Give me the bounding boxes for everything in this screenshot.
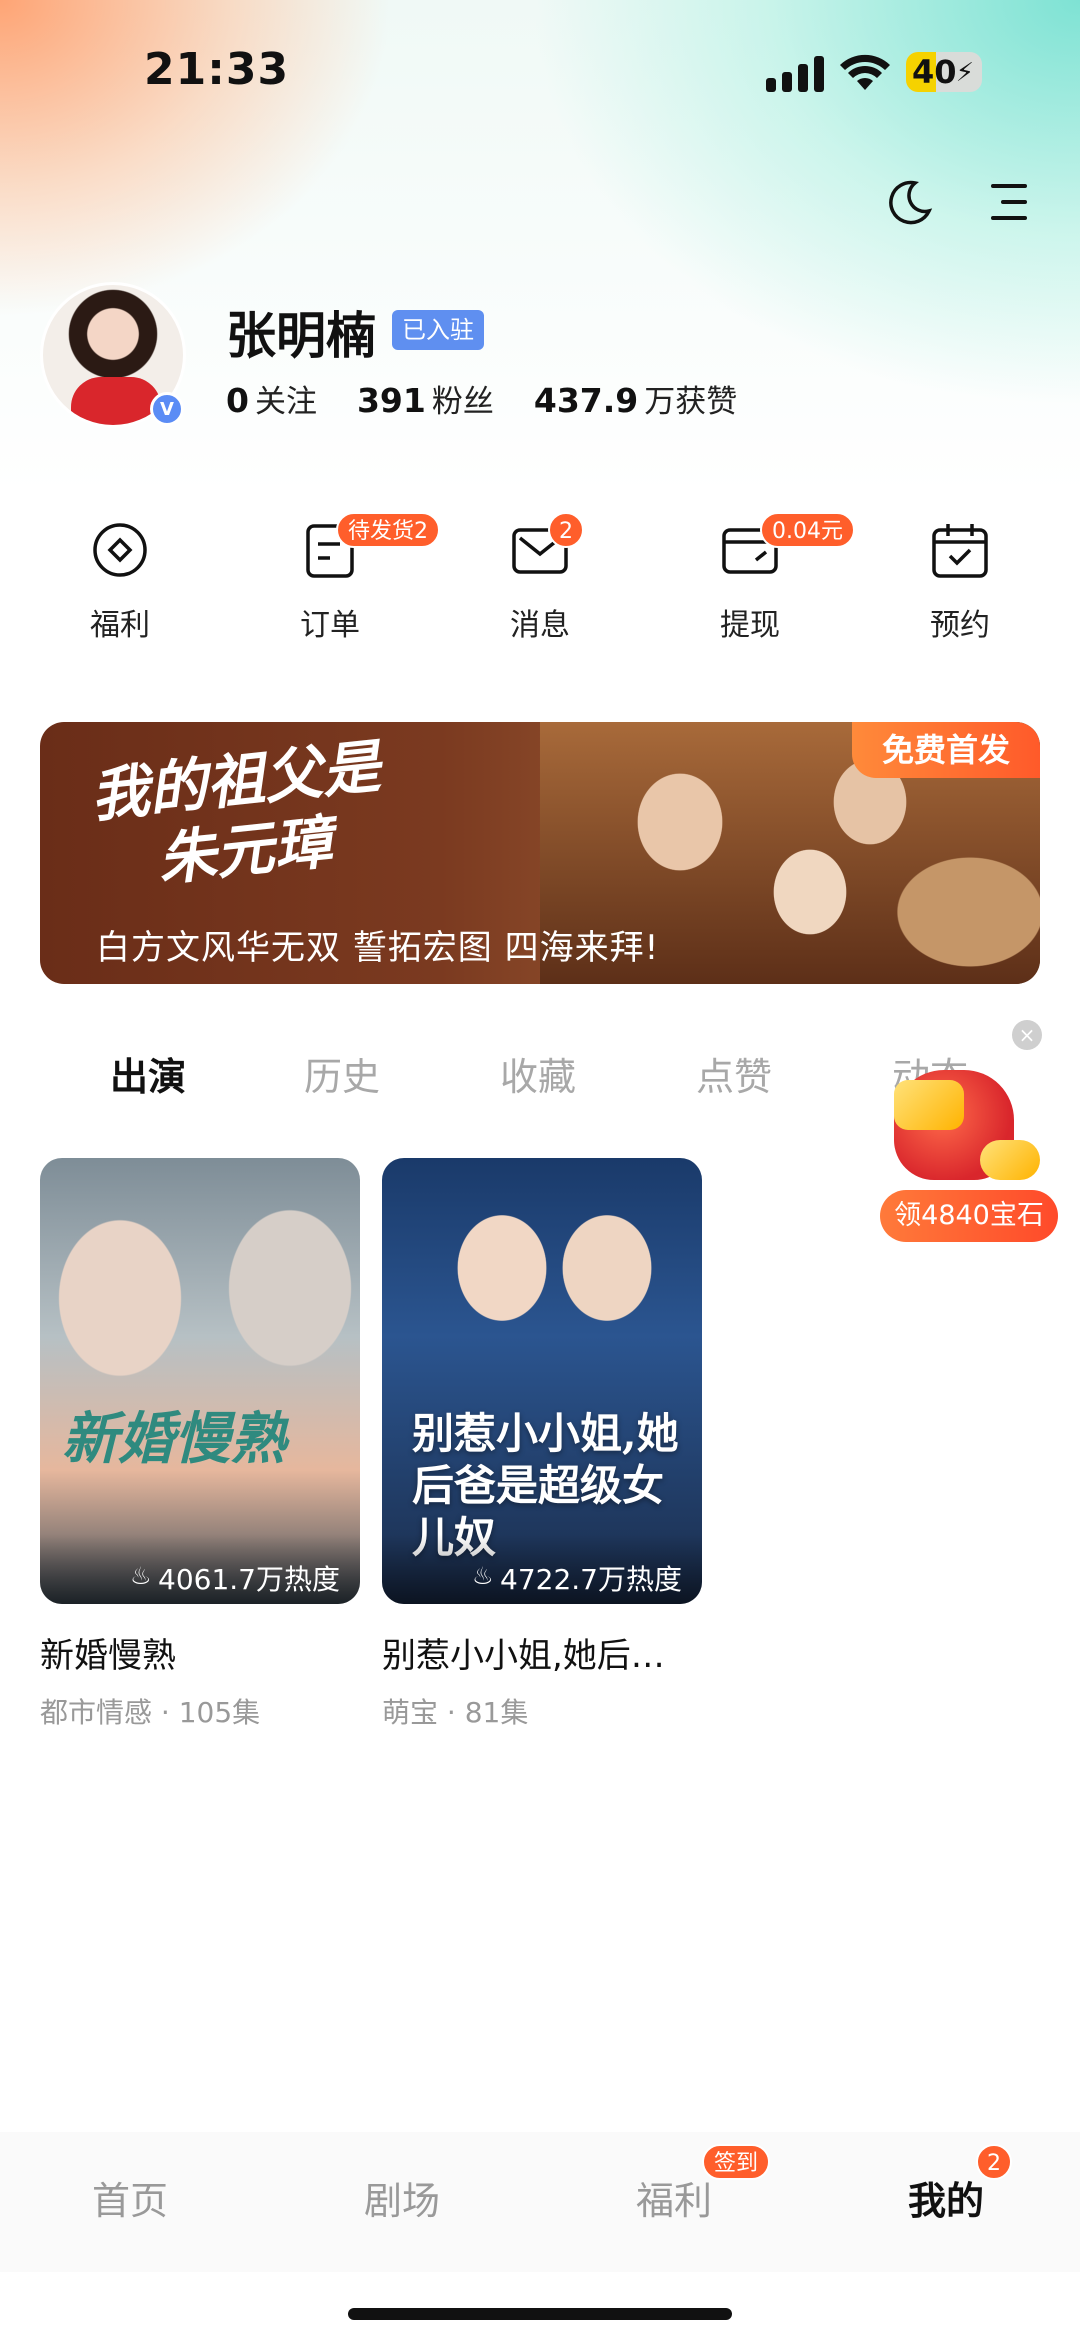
drama-meta: 萌宝 · 81集: [382, 1696, 529, 1729]
profile-header: V 张明楠 已入驻 0 关注 391 粉丝 437.9 万获赞: [40, 282, 1040, 442]
quick-order[interactable]: 待发货2 订单: [250, 512, 440, 644]
home-indicator[interactable]: [348, 2308, 732, 2320]
bottom-navigation: 首页 剧场 福利 签到 我的 2: [0, 2132, 1080, 2272]
tab-acting[interactable]: 出演: [110, 1046, 186, 1101]
gem-reward-float[interactable]: × 领4840宝石: [880, 1020, 1060, 1250]
poster-title: 新婚慢熟: [62, 1406, 286, 1472]
nav-welfare[interactable]: 福利: [636, 2170, 712, 2225]
withdraw-badge: 0.04元: [760, 512, 855, 548]
gold-ingot-icon: [894, 1080, 964, 1130]
tab-likes[interactable]: 点赞: [696, 1046, 772, 1101]
nav-home[interactable]: 首页: [92, 2170, 168, 2225]
message-badge: 2: [548, 512, 584, 548]
wallet-icon: 0.04元: [720, 512, 855, 580]
quick-label: 福利: [90, 608, 150, 643]
drama-card[interactable]: 新婚慢熟 ♨ 4061.7万热度 新婚慢熟 都市情感 · 105集: [40, 1158, 360, 1731]
checkin-badge: 签到: [702, 2144, 771, 2180]
close-icon[interactable]: ×: [1012, 1020, 1042, 1050]
mine-badge: 2: [976, 2144, 1012, 2180]
drama-poster: 新婚慢熟 ♨ 4061.7万热度: [40, 1158, 360, 1604]
quick-label: 提现: [720, 608, 780, 643]
stat-following[interactable]: 0 关注: [226, 376, 317, 421]
promo-banner[interactable]: 我的祖父是 朱元璋 白方文风华无双 誓拓宏图 四海来拜! 免费首发: [40, 722, 1040, 984]
heat-count: ♨ 4722.7万热度: [382, 1534, 702, 1604]
tab-favorites[interactable]: 收藏: [500, 1046, 576, 1101]
status-time: 21:33: [144, 44, 290, 95]
order-badge: 待发货2: [336, 512, 440, 548]
banner-slogan: 白方文风华无双 誓拓宏图 四海来拜!: [96, 928, 660, 968]
quick-label: 预约: [930, 608, 990, 643]
flame-icon: ♨: [472, 1562, 494, 1590]
quick-fuli[interactable]: 福利: [40, 520, 200, 644]
quick-reserve[interactable]: 预约: [880, 520, 1040, 644]
gold-ingot-icon: [980, 1140, 1040, 1180]
nav-mine[interactable]: 我的: [908, 2170, 984, 2225]
status-bar: 21:33 40 ⚡: [0, 0, 1080, 140]
tab-history[interactable]: 历史: [304, 1046, 380, 1101]
menu-icon[interactable]: [980, 172, 1040, 232]
free-premiere-tag: 免费首发: [851, 722, 1040, 778]
battery-level: 40: [912, 53, 957, 91]
heat-count: ♨ 4061.7万热度: [40, 1534, 360, 1604]
nav-theater[interactable]: 剧场: [364, 2170, 440, 2225]
flame-icon: ♨: [130, 1562, 152, 1590]
profile-name: 张明楠: [226, 307, 376, 365]
quick-actions: 福利 待发货2 订单 2 消息 0.04元 提现 预约: [0, 512, 1080, 650]
cellular-signal-icon: [766, 56, 826, 92]
drama-name: 别惹小小姐,她后…: [382, 1636, 665, 1676]
quick-label: 消息: [510, 608, 570, 643]
verified-badge: V: [150, 392, 184, 426]
drama-poster: 别惹小小姐,她后爸是超级女儿奴 ♨ 4722.7万热度: [382, 1158, 702, 1604]
wifi-icon: [840, 54, 890, 90]
target-icon: [90, 520, 150, 580]
charging-bolt-icon: ⚡: [955, 58, 974, 88]
gem-reward-label: 领4840宝石: [880, 1190, 1058, 1242]
banner-calligraphy-title: 我的祖父是 朱元璋: [87, 732, 384, 894]
moon-icon[interactable]: [880, 172, 940, 232]
drama-meta: 都市情感 · 105集: [40, 1696, 261, 1729]
quick-label: 订单: [300, 608, 360, 643]
order-icon: 待发货2: [300, 512, 440, 580]
settled-tag: 已入驻: [392, 310, 484, 350]
quick-withdraw[interactable]: 0.04元 提现: [670, 512, 855, 644]
profile-stats: 0 关注 391 粉丝 437.9 万获赞: [226, 376, 737, 421]
quick-message[interactable]: 2 消息: [460, 512, 620, 644]
stat-likes[interactable]: 437.9 万获赞: [534, 376, 737, 421]
calendar-icon: [930, 520, 990, 580]
drama-name: 新婚慢熟: [40, 1636, 176, 1676]
stat-followers[interactable]: 391 粉丝: [357, 376, 494, 421]
drama-card[interactable]: 别惹小小姐,她后爸是超级女儿奴 ♨ 4722.7万热度 别惹小小姐,她后… 萌宝…: [382, 1158, 702, 1731]
message-icon: 2: [510, 512, 584, 580]
battery-icon: 40 ⚡: [906, 52, 982, 92]
